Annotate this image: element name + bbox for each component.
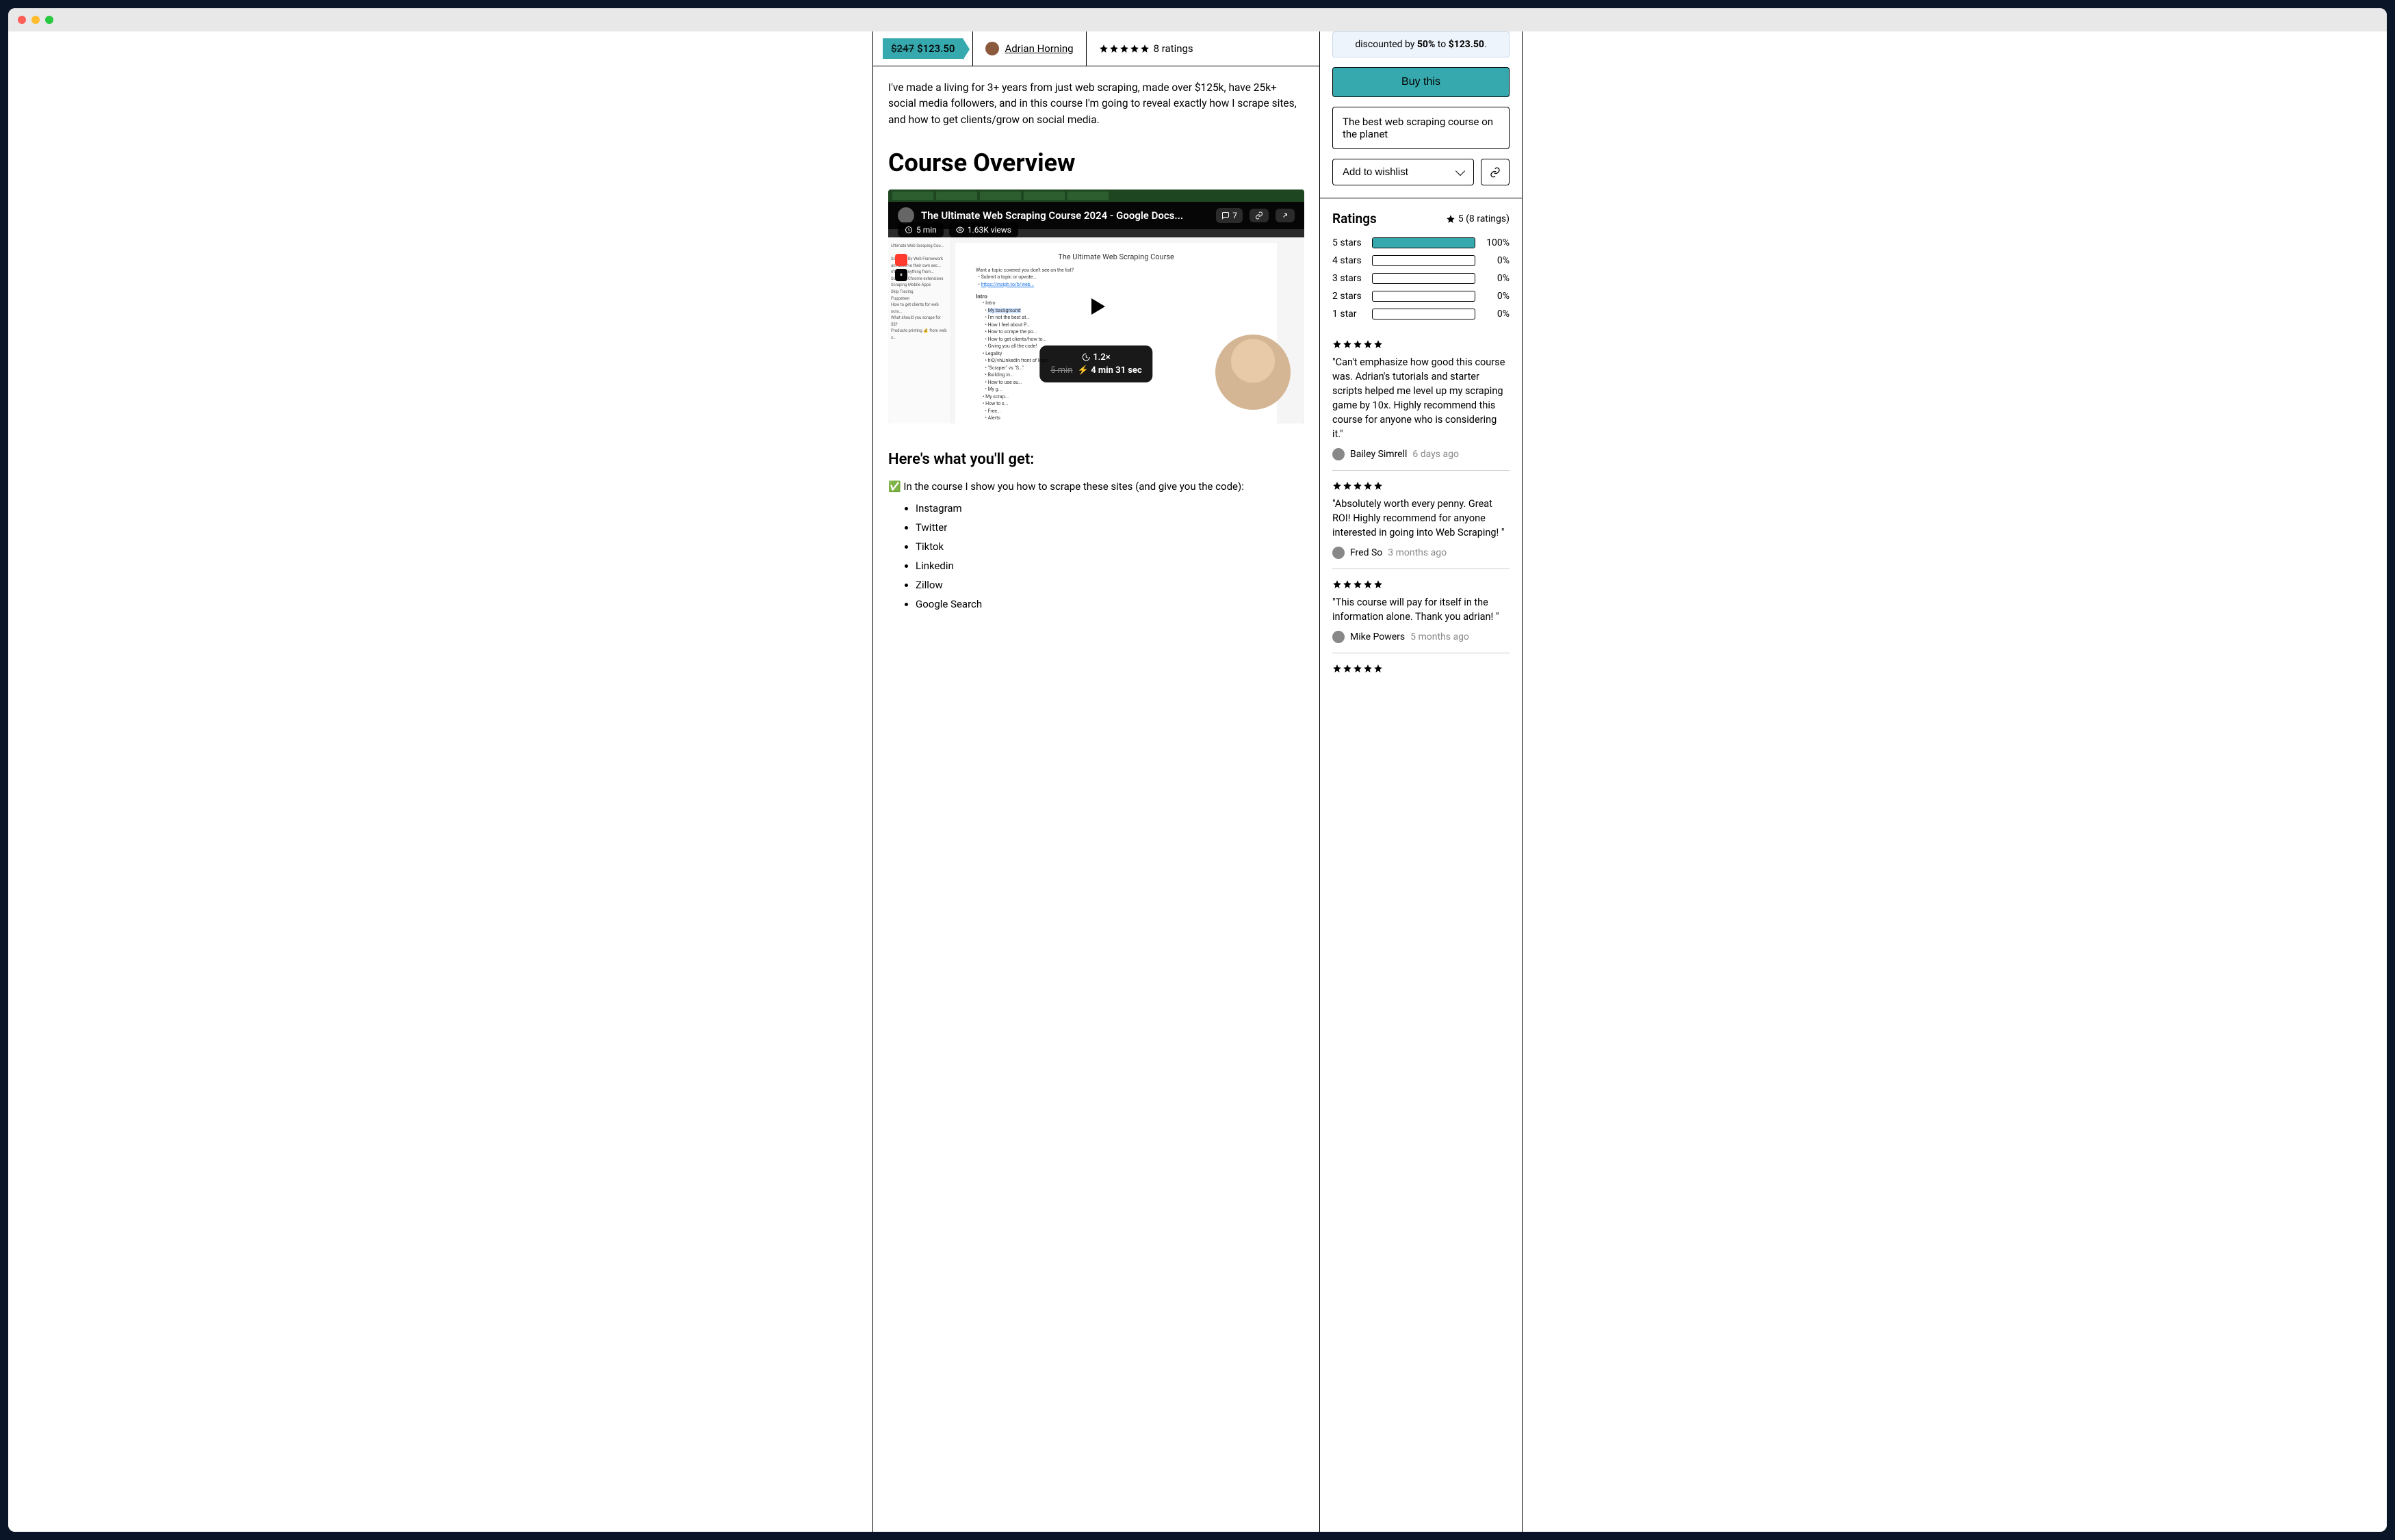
rating-row: 3 stars 0% (1332, 273, 1510, 284)
rating-bar (1372, 237, 1475, 248)
review-author: Fred So 3 months ago (1332, 547, 1510, 559)
record-icon (895, 254, 907, 266)
video-browser-tabs (888, 190, 1304, 202)
rating-percent: 0% (1482, 309, 1510, 319)
review-author-name: Fred So (1350, 547, 1382, 558)
video-link-button[interactable] (1250, 209, 1269, 222)
video-views-pill: 1.63K views (949, 222, 1018, 237)
overview-heading: Course Overview (888, 148, 1304, 177)
review (1332, 653, 1510, 689)
rating-percent: 0% (1482, 291, 1510, 302)
review-stars (1332, 663, 1510, 673)
header-rating: 8 ratings (1087, 31, 1206, 66)
minimize-window-button[interactable] (31, 16, 40, 24)
ratings-summary: 5 (8 ratings) (1446, 213, 1510, 224)
rating-bar (1372, 291, 1475, 302)
video-comments-button[interactable]: 7 (1216, 208, 1243, 223)
video-channel-icon (898, 207, 914, 224)
check-line: ✅ In the course I show you how to scrape… (888, 480, 1304, 493)
review-stars (1332, 339, 1510, 348)
rating-label: 4 stars (1332, 255, 1365, 266)
author-avatar (985, 42, 999, 55)
author-cell[interactable]: Adrian Horning (973, 31, 1086, 66)
buy-button[interactable]: Buy this (1332, 67, 1510, 97)
rating-label: 1 star (1332, 309, 1365, 319)
price-tag: $247$123.50 (883, 38, 963, 59)
ratings-heading: Ratings (1332, 211, 1377, 226)
video-embed[interactable]: The Ultimate Web Scraping Course 2024 - … (888, 190, 1304, 423)
rating-bar (1372, 273, 1475, 284)
rating-label: 5 stars (1332, 237, 1365, 248)
list-item: Tiktok (916, 540, 1304, 553)
star-icons (1099, 44, 1150, 53)
product-description: The best web scraping course on the plan… (1332, 107, 1510, 149)
site-list: Instagram Twitter Tiktok Linkedin Zillow Goog… (888, 502, 1304, 610)
rating-row: 2 stars 0% (1332, 291, 1510, 302)
price-new: $123.50 (917, 42, 955, 55)
discount-notice: discounted by 50% to $123.50. (1332, 31, 1510, 57)
rating-bar (1372, 255, 1475, 266)
video-title: The Ultimate Web Scraping Course 2024 - … (921, 209, 1209, 222)
rating-label: 3 stars (1332, 273, 1365, 284)
rating-percent: 100% (1482, 237, 1510, 248)
review-text: "Can't emphasize how good this course wa… (1332, 355, 1510, 441)
review-time: 5 months ago (1410, 631, 1469, 642)
list-item: Linkedin (916, 560, 1304, 572)
intro-text: I've made a living for 3+ years from jus… (888, 80, 1304, 128)
author-name[interactable]: Adrian Horning (1005, 42, 1073, 55)
list-item: Instagram (916, 502, 1304, 514)
review-time: 3 months ago (1388, 547, 1447, 558)
review: "Absolutely worth every penny. Great ROI… (1332, 471, 1510, 569)
rating-bar (1372, 309, 1475, 319)
product-header: $247$123.50 Adrian Horning (873, 31, 1319, 66)
chevron-down-icon (1455, 166, 1465, 175)
price-cell: $247$123.50 (873, 31, 973, 66)
review-avatar (1332, 547, 1345, 559)
review-time: 6 days ago (1412, 449, 1459, 460)
list-item: Twitter (916, 521, 1304, 534)
review-text: "This course will pay for itself in the … (1332, 595, 1510, 624)
video-duration-pill: 5 min (898, 222, 944, 237)
review-stars (1332, 480, 1510, 490)
rating-row: 4 stars 0% (1332, 255, 1510, 266)
presenter-face (1215, 335, 1291, 410)
review-text: "Absolutely worth every penny. Great ROI… (1332, 497, 1510, 540)
playback-speed-pill: 1.2× 5 min ⚡ 4 min 31 sec (1039, 345, 1152, 382)
rating-row: 5 stars 100% (1332, 237, 1510, 248)
list-item: Zillow (916, 579, 1304, 591)
video-expand-button[interactable] (1276, 209, 1295, 222)
play-button[interactable] (1074, 285, 1118, 328)
review-author: Bailey Simrell 6 days ago (1332, 448, 1510, 460)
review-stars (1332, 579, 1510, 588)
add-to-wishlist-button[interactable]: Add to wishlist (1332, 159, 1474, 185)
review: "Can't emphasize how good this course wa… (1332, 326, 1510, 471)
pause-icon: ⏸ (895, 269, 907, 281)
review-avatar (1332, 448, 1345, 460)
close-window-button[interactable] (18, 16, 26, 24)
rating-count: 8 ratings (1154, 42, 1193, 55)
review: "This course will pay for itself in the … (1332, 569, 1510, 653)
rating-percent: 0% (1482, 273, 1510, 284)
whats-included-heading: Here's what you'll get: (888, 451, 1304, 468)
list-item: Google Search (916, 598, 1304, 610)
maximize-window-button[interactable] (45, 16, 53, 24)
review-author: Mike Powers 5 months ago (1332, 631, 1510, 643)
review-author-name: Bailey Simrell (1350, 449, 1407, 460)
rating-percent: 0% (1482, 255, 1510, 266)
window-titlebar (8, 8, 2387, 31)
price-old: $247 (891, 42, 914, 55)
review-avatar (1332, 631, 1345, 643)
rating-label: 2 stars (1332, 291, 1365, 302)
rating-row: 1 star 0% (1332, 309, 1510, 319)
review-author-name: Mike Powers (1350, 631, 1405, 642)
copy-link-button[interactable] (1481, 159, 1510, 185)
